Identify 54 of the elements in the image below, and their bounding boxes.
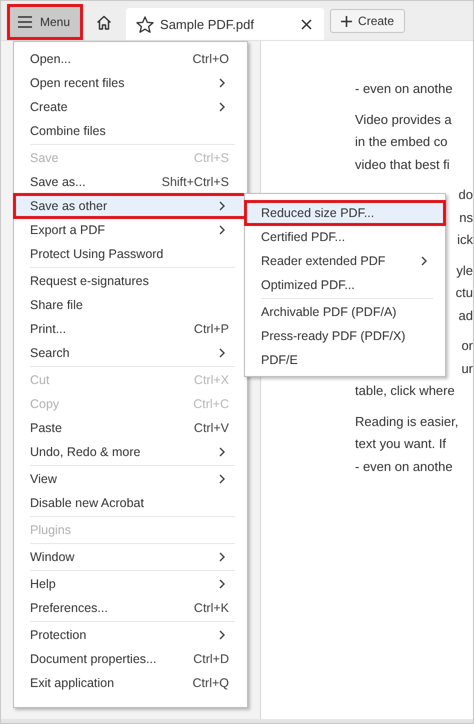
menu-item[interactable]: Reduced size PDF... — [245, 201, 445, 225]
document-text: or — [461, 337, 473, 355]
menu-item[interactable]: Help — [14, 572, 247, 596]
document-text: do — [458, 186, 473, 204]
menu-item[interactable]: Window — [14, 545, 247, 569]
document-text: ctu — [456, 284, 473, 302]
menu-item[interactable]: Export a PDF — [14, 218, 247, 242]
menu-item[interactable]: Document properties... Ctrl+D — [14, 647, 247, 671]
document-text: text you want. If — [355, 435, 446, 453]
menu-item[interactable]: Search — [14, 341, 247, 365]
document-text: Reading is easier, — [355, 412, 458, 431]
menu-item[interactable]: Press-ready PDF (PDF/X) — [245, 324, 445, 348]
document-text: in the embed co — [355, 133, 448, 151]
menu-item[interactable]: Create — [14, 95, 247, 119]
document-text: ns — [459, 208, 473, 226]
document-text: table, click where — [355, 382, 455, 400]
menu-item[interactable]: Save as other — [14, 194, 247, 218]
document-text: ick — [457, 231, 473, 249]
menu-button[interactable]: Menu — [10, 7, 80, 37]
star-icon — [136, 16, 154, 32]
menu-icon — [18, 16, 32, 28]
menu-item[interactable]: Protect Using Password — [14, 242, 247, 266]
document-text: yle — [456, 262, 473, 280]
document-text: - even on anothe — [355, 458, 453, 476]
menu-item[interactable]: Certified PDF... — [245, 225, 445, 249]
menu-item[interactable]: Protection — [14, 623, 247, 647]
plus-icon — [341, 16, 352, 26]
menu-item[interactable]: Share file — [14, 293, 247, 317]
menu-item[interactable]: Save as... Shift+Ctrl+S — [14, 170, 247, 194]
menu-item[interactable]: Reader extended PDF — [245, 249, 445, 273]
tab-title: Sample PDF.pdf — [160, 16, 255, 32]
menu-item[interactable]: PDF/E — [245, 348, 445, 372]
menu-item[interactable]: Combine files — [14, 119, 247, 143]
menu-item[interactable]: Undo, Redo & more — [14, 440, 247, 464]
create-button[interactable]: Create — [330, 9, 406, 33]
close-icon — [301, 18, 312, 30]
document-text: ur — [461, 360, 473, 378]
document-text: - even on anothe — [355, 80, 453, 98]
menu-item[interactable]: Print... Ctrl+P — [14, 317, 247, 341]
menu-item[interactable]: Paste Ctrl+V — [14, 416, 247, 440]
menu-item[interactable]: Open... Ctrl+O — [14, 47, 247, 71]
menu-item[interactable]: Archivable PDF (PDF/A) — [245, 300, 445, 324]
menu-item[interactable]: Disable new Acrobat — [14, 491, 247, 515]
menu-item[interactable]: Request e-signatures — [14, 269, 247, 293]
menu-item[interactable]: View — [14, 467, 247, 491]
home-icon — [96, 14, 112, 30]
document-text: video that best fi — [355, 156, 450, 174]
menu-item[interactable]: Optimized PDF... — [245, 273, 445, 297]
document-tab[interactable]: Sample PDF.pdf — [126, 8, 324, 40]
document-text: Video provides a — [355, 110, 452, 129]
document-text: ad — [458, 306, 473, 324]
menu-item[interactable]: Preferences... Ctrl+K — [14, 596, 247, 620]
menu-item[interactable]: Open recent files — [14, 71, 247, 95]
menu-item[interactable]: Exit application Ctrl+Q — [14, 671, 247, 695]
